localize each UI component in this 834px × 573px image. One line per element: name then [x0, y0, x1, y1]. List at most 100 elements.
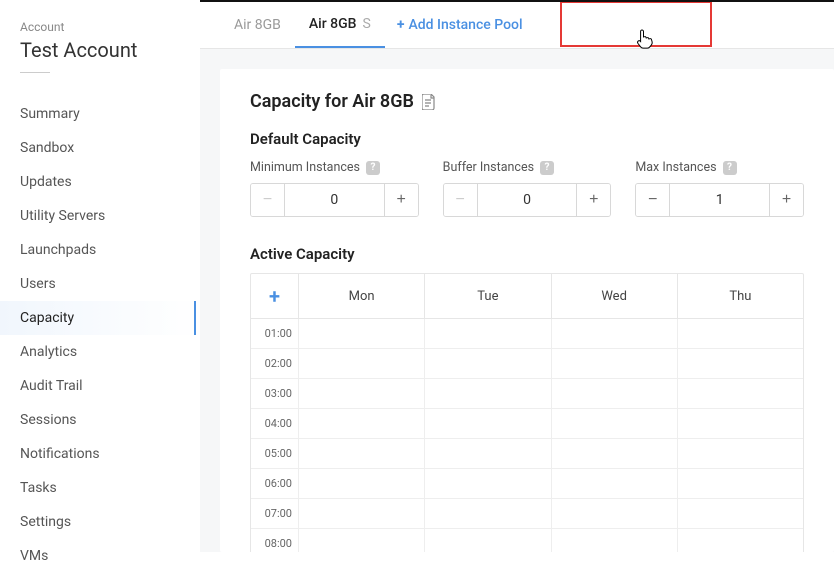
schedule-cell[interactable] [678, 349, 803, 378]
sidebar-item-label: Audit Trail [20, 378, 83, 394]
max-instances-stepper: − 1 + [635, 183, 804, 217]
sidebar-item-label: Analytics [20, 344, 77, 360]
schedule-cell[interactable] [425, 439, 551, 468]
sidebar-item-vms[interactable]: VMs [20, 539, 200, 573]
schedule-cell[interactable] [299, 529, 425, 552]
increment-button[interactable]: + [769, 184, 803, 216]
schedule-cell[interactable] [552, 439, 678, 468]
tab-air-8gb-2[interactable]: Air 8GB S [295, 2, 385, 48]
help-icon[interactable]: ? [366, 161, 380, 175]
schedule-cell[interactable] [299, 379, 425, 408]
schedule-cell[interactable] [299, 349, 425, 378]
sidebar-item-label: Users [20, 276, 56, 292]
schedule-cell[interactable] [299, 439, 425, 468]
schedule-day-mon[interactable]: Mon [299, 274, 425, 318]
schedule-cell[interactable] [425, 529, 551, 552]
sidebar-item-label: Sessions [20, 412, 77, 428]
sidebar-item-summary[interactable]: Summary [20, 97, 200, 131]
schedule-row: 04:00 [251, 409, 803, 439]
schedule-time-label: 05:00 [251, 439, 299, 468]
capacity-card: Capacity for Air 8GB Default Capacity Mi… [220, 69, 834, 552]
help-icon[interactable]: ? [540, 161, 554, 175]
sidebar-item-utility-servers[interactable]: Utility Servers [20, 199, 200, 233]
sidebar-item-sandbox[interactable]: Sandbox [20, 131, 200, 165]
schedule-day-tue[interactable]: Tue [425, 274, 551, 318]
schedule-cell[interactable] [552, 529, 678, 552]
tab-suffix: S [363, 16, 371, 32]
decrement-button[interactable]: − [444, 184, 478, 216]
schedule-cell[interactable] [552, 499, 678, 528]
increment-button[interactable]: + [576, 184, 610, 216]
field-label: Minimum Instances ? [250, 160, 419, 175]
sidebar-item-label: Updates [20, 174, 72, 190]
decrement-button[interactable]: − [636, 184, 670, 216]
sidebar-item-users[interactable]: Users [20, 267, 200, 301]
sidebar-item-tasks[interactable]: Tasks [20, 471, 200, 505]
schedule-cell[interactable] [678, 439, 803, 468]
schedule-header: + Mon Tue Wed Thu [251, 274, 803, 319]
schedule-cell[interactable] [678, 319, 803, 348]
schedule-cell[interactable] [678, 529, 803, 552]
field-label-text: Minimum Instances [250, 160, 360, 175]
stepper-value[interactable]: 0 [478, 184, 577, 216]
app-root: Account Test Account Summary Sandbox Upd… [0, 0, 834, 552]
schedule-cell[interactable] [299, 469, 425, 498]
schedule-cell[interactable] [425, 469, 551, 498]
schedule-cell[interactable] [678, 409, 803, 438]
schedule-time-label: 08:00 [251, 529, 299, 552]
buffer-instances-field: Buffer Instances ? − 0 + [443, 160, 612, 217]
document-icon [422, 94, 436, 110]
sidebar: Account Test Account Summary Sandbox Upd… [0, 0, 200, 552]
sidebar-item-settings[interactable]: Settings [20, 505, 200, 539]
increment-button[interactable]: + [384, 184, 418, 216]
schedule-cell[interactable] [299, 319, 425, 348]
schedule-cell[interactable] [299, 409, 425, 438]
schedule-cell[interactable] [678, 379, 803, 408]
tab-label: Air 8GB [234, 17, 281, 33]
active-capacity-title: Active Capacity [250, 245, 804, 263]
help-icon[interactable]: ? [723, 161, 737, 175]
schedule-cell[interactable] [552, 319, 678, 348]
schedule-cell[interactable] [552, 379, 678, 408]
stepper-value[interactable]: 1 [670, 184, 769, 216]
sidebar-item-updates[interactable]: Updates [20, 165, 200, 199]
sidebar-item-label: Launchpads [20, 242, 96, 258]
sidebar-item-notifications[interactable]: Notifications [20, 437, 200, 471]
stepper-value[interactable]: 0 [285, 184, 384, 216]
sidebar-item-audit-trail[interactable]: Audit Trail [20, 369, 200, 403]
schedule-cell[interactable] [552, 349, 678, 378]
schedule-day-thu[interactable]: Thu [678, 274, 803, 318]
schedule-cell[interactable] [552, 409, 678, 438]
sidebar-item-label: Sandbox [20, 140, 74, 156]
schedule-grid: + Mon Tue Wed Thu 01:0002:0003:0004:0005… [250, 273, 804, 552]
sidebar-item-sessions[interactable]: Sessions [20, 403, 200, 437]
schedule-day-wed[interactable]: Wed [552, 274, 678, 318]
schedule-cell[interactable] [425, 319, 551, 348]
schedule-row: 03:00 [251, 379, 803, 409]
add-schedule-button[interactable]: + [269, 284, 280, 308]
schedule-cell[interactable] [425, 379, 551, 408]
schedule-cell[interactable] [299, 499, 425, 528]
schedule-cell[interactable] [678, 499, 803, 528]
schedule-cell[interactable] [425, 499, 551, 528]
schedule-cell[interactable] [552, 469, 678, 498]
card-title: Capacity for Air 8GB [250, 91, 804, 112]
schedule-body: 01:0002:0003:0004:0005:0006:0007:0008:00 [251, 319, 803, 552]
decrement-button[interactable]: − [251, 184, 285, 216]
sidebar-item-launchpads[interactable]: Launchpads [20, 233, 200, 267]
tab-air-8gb-1[interactable]: Air 8GB [220, 2, 295, 48]
card-title-text: Capacity for Air 8GB [250, 91, 414, 112]
schedule-cell[interactable] [425, 349, 551, 378]
field-label-text: Max Instances [635, 160, 716, 175]
sidebar-item-capacity[interactable]: Capacity [0, 301, 200, 335]
schedule-cell[interactable] [425, 409, 551, 438]
max-instances-field: Max Instances ? − 1 + [635, 160, 804, 217]
sidebar-item-analytics[interactable]: Analytics [20, 335, 200, 369]
add-instance-pool-button[interactable]: + Add Instance Pool [385, 2, 535, 48]
min-instances-field: Minimum Instances ? − 0 + [250, 160, 419, 217]
default-capacity-row: Minimum Instances ? − 0 + Buffer Instanc… [250, 160, 804, 217]
schedule-cell[interactable] [678, 469, 803, 498]
schedule-row: 02:00 [251, 349, 803, 379]
topbar: Air 8GB Air 8GB S + Add Instance Pool [200, 2, 834, 49]
schedule-time-label: 07:00 [251, 499, 299, 528]
